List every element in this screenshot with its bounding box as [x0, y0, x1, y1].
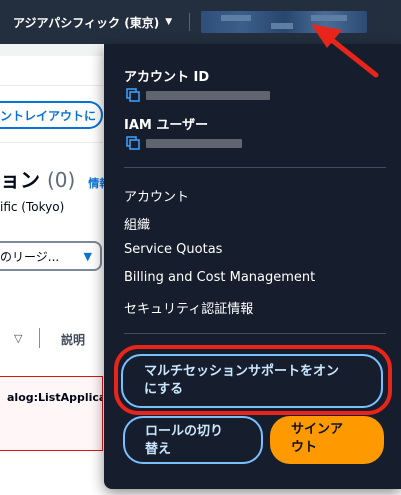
- top-nav-bar: アジアパシフィック (東京) ▼: [0, 0, 401, 44]
- caret-down-icon: ▼: [165, 17, 173, 27]
- region-filter-select[interactable]: のリージ... ▼: [0, 241, 102, 271]
- redacted-iam-user: [146, 139, 242, 148]
- redacted-pixel-block: [311, 15, 347, 21]
- column-header-description[interactable]: 説明: [61, 331, 85, 348]
- menu-item-billing[interactable]: Billing and Cost Management: [124, 270, 315, 285]
- button-label-line: ウト: [291, 440, 318, 455]
- item-count: (0): [46, 168, 76, 192]
- redacted-pixel-block: [271, 23, 293, 29]
- menu-divider: [124, 333, 386, 334]
- region-selector[interactable]: アジアパシフィック (東京) ▼: [13, 0, 172, 44]
- sign-out-button[interactable]: サインア ウト: [270, 416, 384, 464]
- menu-divider: [124, 167, 386, 168]
- region-filter-value: のリージ...: [0, 249, 60, 264]
- column-separator: [39, 328, 40, 348]
- sort-caret-icon[interactable]: ▽: [14, 332, 22, 345]
- copy-icon[interactable]: [126, 136, 140, 150]
- account-id-label: アカウント ID: [124, 70, 210, 85]
- nav-divider: [189, 13, 190, 31]
- page-title: ョン (0) 情報: [0, 164, 110, 193]
- layout-button[interactable]: ントレイアウトに: [0, 101, 103, 129]
- redacted-pixel-block: [221, 15, 251, 21]
- menu-item-security-credentials[interactable]: セキュリティ認証情報: [124, 298, 253, 317]
- menu-item-service-quotas[interactable]: Service Quotas: [124, 242, 222, 257]
- page-header-strip: [0, 44, 103, 56]
- annotation-highlight-box: [114, 345, 392, 415]
- divider: [0, 142, 103, 143]
- error-text: alog:ListApplicat: [7, 391, 103, 404]
- menu-item-organization[interactable]: 組織: [124, 214, 150, 233]
- account-dropdown-menu: アカウント ID IAM ユーザー アカウント 組織 Service Quota…: [104, 44, 401, 489]
- menu-item-account[interactable]: アカウント: [124, 186, 189, 205]
- region-text: ific (Tokyo): [0, 200, 65, 214]
- button-label-line: 替え: [145, 442, 172, 457]
- account-menu-button[interactable]: [201, 11, 367, 33]
- iam-user-label: IAM ユーザー: [124, 118, 209, 133]
- divider: [0, 85, 103, 86]
- region-label: アジアパシフィック (東京): [13, 15, 160, 30]
- redacted-account-id: [146, 91, 270, 100]
- button-label-line: サインア: [291, 422, 344, 437]
- button-label-line: ロールの切り: [145, 424, 224, 439]
- copy-icon[interactable]: [126, 88, 140, 102]
- caret-down-icon: ▼: [83, 249, 92, 263]
- error-alert: alog:ListApplicat: [0, 376, 103, 451]
- switch-role-button[interactable]: ロールの切り 替え: [123, 416, 263, 464]
- page-title-text: ョン: [0, 168, 40, 192]
